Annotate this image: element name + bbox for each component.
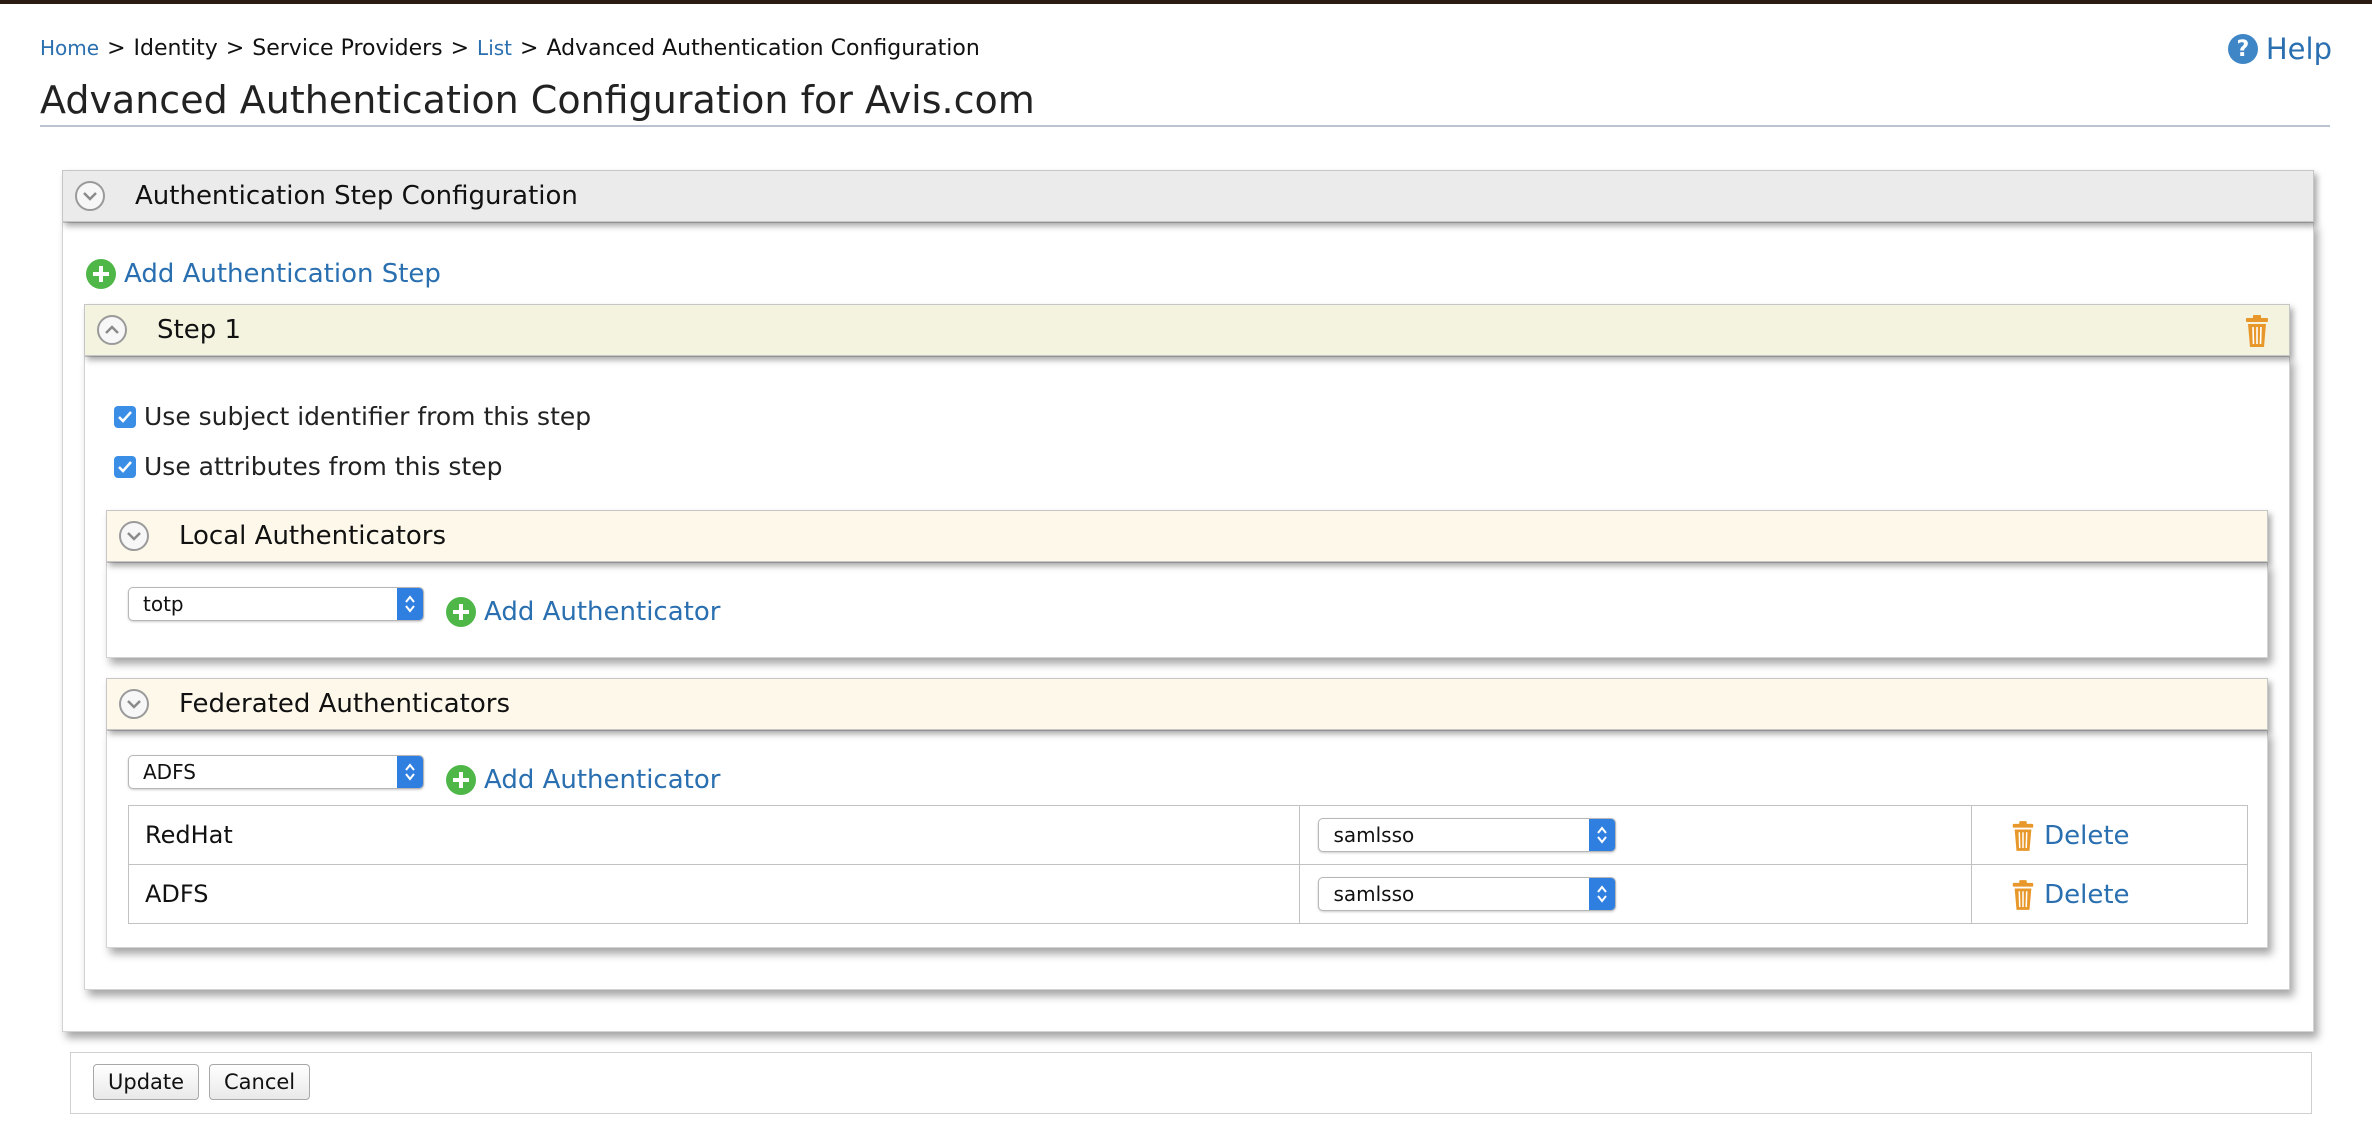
authenticator-delete-cell: Delete [1971, 805, 2248, 865]
table-row: ADFS samlsso Delete [127, 864, 2248, 924]
plus-circle-icon [446, 597, 476, 627]
breadcrumb-list-link[interactable]: List [477, 36, 512, 60]
local-authenticators-panel [106, 562, 2268, 658]
federated-authenticator-selected-value: ADFS [143, 760, 196, 784]
chevron-down-icon[interactable] [75, 181, 105, 211]
add-authentication-step-button[interactable]: Add Authentication Step [86, 259, 441, 289]
use-attributes-option[interactable]: Use attributes from this step [114, 452, 502, 481]
page-title: Advanced Authentication Configuration fo… [40, 78, 1035, 122]
protocol-select[interactable]: samlsso [1318, 877, 1617, 911]
authenticator-name: ADFS [145, 880, 209, 908]
breadcrumb-current: Advanced Authentication Configuration [546, 36, 980, 61]
federated-authenticator-select[interactable]: ADFS [128, 755, 424, 789]
breadcrumb-separator: > [107, 36, 126, 61]
breadcrumb: Home > Identity > Service Providers > List > Adv… [40, 36, 980, 61]
use-subject-identifier-checkbox[interactable] [114, 405, 136, 428]
add-federated-authenticator-button[interactable]: Add Authenticator [446, 765, 720, 795]
auth-step-config-header[interactable]: Authentication Step Configuration [62, 170, 2314, 222]
authenticator-name: RedHat [145, 821, 233, 849]
update-button[interactable]: Update [93, 1064, 200, 1100]
federated-authenticators-header[interactable]: Federated Authenticators [106, 678, 2268, 730]
breadcrumb-service-providers: Service Providers [252, 36, 443, 61]
local-authenticators-title: Local Authenticators [179, 521, 447, 551]
select-arrows-icon [1589, 878, 1616, 910]
breadcrumb-home-link[interactable]: Home [40, 36, 99, 60]
chevron-down-icon[interactable] [119, 689, 149, 719]
use-attributes-checkbox[interactable] [114, 455, 136, 478]
select-arrows-icon [397, 756, 423, 788]
breadcrumb-identity: Identity [133, 36, 218, 61]
delete-authenticator-button[interactable]: Delete [2010, 879, 2130, 911]
local-authenticator-select[interactable]: totp [128, 587, 424, 621]
breadcrumb-separator: > [225, 36, 245, 61]
step-header[interactable]: Step 1 [84, 304, 2290, 356]
select-arrows-icon [397, 588, 423, 620]
use-subject-identifier-label: Use subject identifier from this step [144, 402, 592, 431]
delete-label: Delete [2044, 821, 2130, 851]
delete-authenticator-button[interactable]: Delete [2010, 820, 2130, 852]
add-authentication-step-label: Add Authentication Step [124, 259, 441, 289]
add-federated-authenticator-label: Add Authenticator [484, 765, 721, 795]
chevron-up-icon[interactable] [97, 315, 127, 345]
local-authenticators-header[interactable]: Local Authenticators [106, 510, 2268, 562]
delete-label: Delete [2044, 880, 2130, 910]
federated-authenticators-title: Federated Authenticators [179, 689, 511, 719]
authenticator-name-cell: ADFS [127, 864, 1301, 924]
form-actions: Update Cancel [70, 1052, 2312, 1114]
auth-step-config-title: Authentication Step Configuration [135, 181, 578, 211]
title-divider [40, 125, 2330, 127]
help-label: Help [2265, 32, 2332, 66]
add-local-authenticator-button[interactable]: Add Authenticator [446, 597, 720, 627]
local-authenticator-selected-value: totp [143, 592, 184, 616]
protocol-selected-value: samlsso [1333, 823, 1415, 847]
chevron-down-icon[interactable] [119, 521, 149, 551]
plus-circle-icon [446, 765, 476, 795]
authenticator-protocol-cell: samlsso [1299, 805, 1973, 865]
authenticator-delete-cell: Delete [1971, 864, 2248, 924]
trash-icon [2012, 821, 2034, 851]
use-subject-identifier-option[interactable]: Use subject identifier from this step [114, 402, 591, 431]
protocol-select[interactable]: samlsso [1318, 818, 1617, 852]
table-row: RedHat samlsso Delete [127, 805, 2248, 865]
authenticator-name-cell: RedHat [127, 805, 1301, 865]
breadcrumb-separator: > [520, 36, 539, 61]
use-attributes-label: Use attributes from this step [144, 452, 503, 481]
trash-icon [2012, 880, 2034, 910]
federated-authenticators-table: RedHat samlsso Delete ADFS samlsso Delet… [127, 805, 2248, 924]
question-circle-icon: ? [2227, 34, 2258, 64]
step-title: Step 1 [157, 315, 242, 345]
breadcrumb-separator: > [450, 36, 470, 61]
top-border [0, 0, 2372, 4]
protocol-selected-value: samlsso [1333, 882, 1415, 906]
cancel-button[interactable]: Cancel [209, 1064, 311, 1100]
select-arrows-icon [1589, 819, 1616, 851]
trash-icon[interactable] [2243, 314, 2271, 352]
plus-circle-icon [86, 259, 116, 289]
help-link[interactable]: ? Help [2227, 32, 2332, 66]
add-local-authenticator-label: Add Authenticator [484, 597, 721, 627]
authenticator-protocol-cell: samlsso [1299, 864, 1973, 924]
